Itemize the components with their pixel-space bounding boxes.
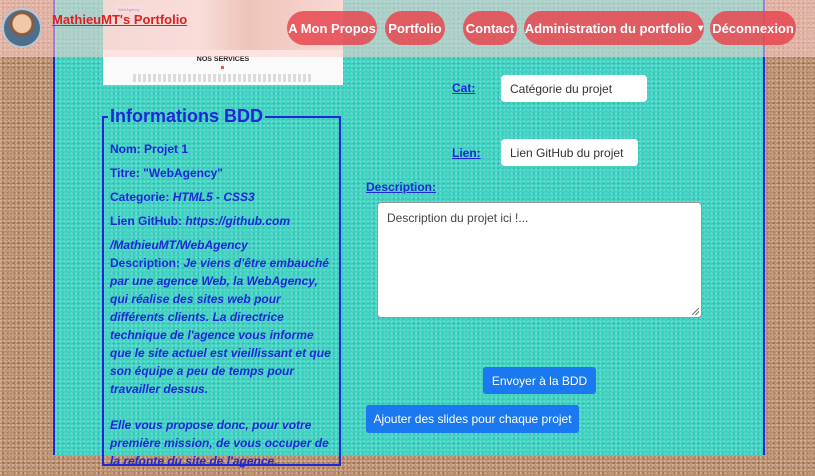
categorie-label: Categorie: (110, 190, 170, 204)
github-label: Lien GitHub: (110, 214, 182, 228)
nav-item-portfolio[interactable]: Portfolio (385, 11, 445, 45)
preview-text-lines (133, 74, 313, 82)
info-github: Lien GitHub: https://github.com (110, 212, 338, 230)
titre-value: "WebAgency" (143, 166, 223, 180)
preview-divider (221, 66, 224, 69)
description-value: Je viens d'être embauché par une agence … (110, 256, 331, 396)
navbar: MathieuMT's Portfolio A Mon Propos Portf… (0, 0, 815, 57)
nav-item-a-mon-propos[interactable]: A Mon Propos (287, 11, 377, 45)
info-categorie: Categorie: HTML5 - CSS3 (110, 188, 338, 206)
description-form-label: Description: (366, 180, 437, 194)
cat-input[interactable]: Catégorie du projet (501, 75, 647, 102)
lien-input[interactable]: Lien GitHub du projet (501, 139, 638, 166)
nom-label: Nom: (110, 142, 141, 156)
brand[interactable]: MathieuMT's Portfolio (2, 8, 187, 48)
nav-item-contact[interactable]: Contact (463, 11, 517, 45)
nav-item-administration[interactable]: Administration du portfolio ▾ (524, 11, 704, 45)
add-slides-button[interactable]: Ajouter des slides pour chaque projet (366, 405, 579, 433)
info-legend: Informations BDD (110, 106, 263, 126)
github-value-2: /MathieuMT/WebAgency (110, 238, 248, 252)
nav-item-deconnexion[interactable]: Déconnexion (710, 11, 796, 45)
description-value-2: Elle vous propose donc, pour votre premi… (110, 418, 329, 468)
info-titre: Titre: "WebAgency" (110, 164, 338, 182)
info-github-cont: /MathieuMT/WebAgency (110, 236, 338, 254)
nom-value: Projet 1 (144, 142, 189, 156)
info-description-2: Elle vous propose donc, pour votre premi… (110, 416, 338, 470)
cat-label: Cat: (452, 81, 476, 95)
github-value-1: https://github.com (185, 214, 290, 228)
preview-section-title: NOS SERVICES (196, 56, 250, 63)
avatar (2, 8, 42, 48)
info-description: Description: Je viens d'être embauché pa… (110, 254, 338, 398)
description-placeholder: Description du projet ici !... (387, 211, 529, 225)
brand-name[interactable]: MathieuMT's Portfolio (52, 12, 187, 27)
submit-button[interactable]: Envoyer à la BDD (483, 367, 596, 394)
nav-item-administration-label: Administration du portfolio (524, 20, 693, 36)
description-textarea[interactable]: Description du projet ici !... (377, 202, 702, 318)
categorie-value: HTML5 - CSS3 (172, 190, 255, 204)
info-content: Nom: Projet 1 Titre: "WebAgency" Categor… (110, 140, 338, 476)
chevron-down-icon: ▾ (698, 22, 704, 34)
lien-label: Lien: (452, 146, 481, 160)
resize-handle-icon[interactable] (692, 308, 699, 315)
description-label: Description: (110, 256, 181, 270)
titre-label: Titre: (110, 166, 140, 180)
info-nom: Nom: Projet 1 (110, 140, 338, 158)
